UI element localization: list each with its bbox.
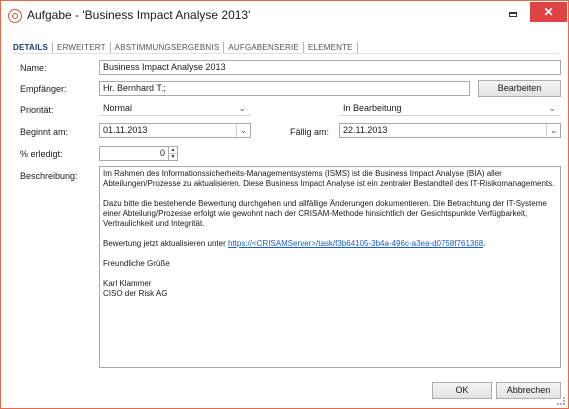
- due-date-label: Fällig am:: [290, 127, 330, 137]
- ok-button[interactable]: OK: [432, 382, 492, 399]
- priority-value: Normal: [103, 103, 133, 113]
- start-date-picker[interactable]: 01.11.2013 ⌄: [99, 123, 251, 138]
- percent-done-input[interactable]: 0: [99, 146, 169, 161]
- spin-down-icon[interactable]: ▼: [169, 154, 177, 161]
- due-date-value: 22.11.2013: [343, 125, 388, 135]
- priority-select[interactable]: Normal ⌄: [99, 101, 251, 116]
- status-select[interactable]: In Bearbeitung ⌄: [339, 101, 561, 116]
- chevron-down-icon[interactable]: ⌄: [236, 124, 250, 137]
- recipient-input[interactable]: Hr. Bernhard T.;: [99, 81, 470, 96]
- resize-grip-icon[interactable]: [557, 397, 565, 405]
- greeting: Freundliche Grüße: [103, 259, 170, 268]
- percent-done-spinner[interactable]: ▲ ▼: [169, 146, 178, 161]
- description-paragraph: Dazu bitte die bestehende Bewertung durc…: [103, 199, 547, 228]
- close-button[interactable]: ✕: [530, 2, 567, 22]
- recipient-label: Empfänger:: [20, 84, 67, 94]
- sender-name: Karl Klammer: [103, 279, 152, 288]
- description-textarea[interactable]: Im Rahmen des Informationssicherheits-Ma…: [99, 166, 561, 368]
- chevron-down-icon[interactable]: ⌄: [548, 104, 556, 113]
- link-prefix: Bewertung jetzt aktualisieren unter: [103, 239, 228, 248]
- tab-bar: DETAILS ERWEITERT ABSTIMMUNGSERGEBNIS AU…: [13, 40, 359, 54]
- tab-underline: [13, 53, 558, 54]
- name-input[interactable]: Business Impact Analyse 2013: [99, 60, 561, 75]
- due-date-picker[interactable]: 22.11.2013 ⌄: [339, 123, 561, 138]
- edit-recipients-button[interactable]: Bearbeiten: [478, 80, 561, 97]
- tab-elemente[interactable]: ELEMENTE: [305, 43, 356, 52]
- sender-title: CISO der Risk AG: [103, 289, 168, 298]
- tab-abstimmungsergebnis[interactable]: ABSTIMMUNGSERGEBNIS: [112, 43, 223, 52]
- start-date-value: 01.11.2013: [103, 125, 148, 135]
- start-date-label: Beginnt am:: [20, 127, 69, 137]
- app-logo-icon: [8, 9, 22, 23]
- chevron-down-icon[interactable]: ⌄: [546, 124, 560, 137]
- tab-divider: [356, 41, 358, 53]
- percent-done-label: % erledigt:: [20, 149, 63, 159]
- status-value: In Bearbeitung: [343, 103, 402, 113]
- tab-aufgabenserie[interactable]: AUFGABENSERIE: [225, 43, 302, 52]
- window-title: Aufgabe - 'Business Impact Analyse 2013': [27, 8, 251, 22]
- link-suffix: .: [483, 239, 486, 248]
- minimize-icon[interactable]: [509, 12, 517, 17]
- chevron-down-icon[interactable]: ⌄: [238, 104, 246, 113]
- tab-details[interactable]: DETAILS: [13, 43, 51, 52]
- tab-divider: [109, 41, 111, 53]
- tab-divider: [302, 41, 304, 53]
- task-dialog: Aufgabe - 'Business Impact Analyse 2013'…: [0, 0, 569, 409]
- description-label: Beschreibung:: [20, 171, 78, 181]
- description-paragraph: Bewertung jetzt aktualisieren unter http…: [103, 239, 557, 249]
- description-paragraph: Im Rahmen des Informationssicherheits-Ma…: [103, 169, 555, 188]
- task-link[interactable]: https://<CRISAMServer>/task/f3b64105-3b4…: [228, 239, 483, 248]
- priority-label: Priorität:: [20, 105, 54, 115]
- tab-divider: [52, 41, 54, 53]
- tab-erweitert[interactable]: ERWEITERT: [54, 43, 109, 52]
- title-bar[interactable]: Aufgabe - 'Business Impact Analyse 2013'…: [1, 1, 568, 31]
- cancel-button[interactable]: Abbrechen: [496, 382, 561, 399]
- tab-divider: [223, 41, 225, 53]
- name-label: Name:: [20, 63, 47, 73]
